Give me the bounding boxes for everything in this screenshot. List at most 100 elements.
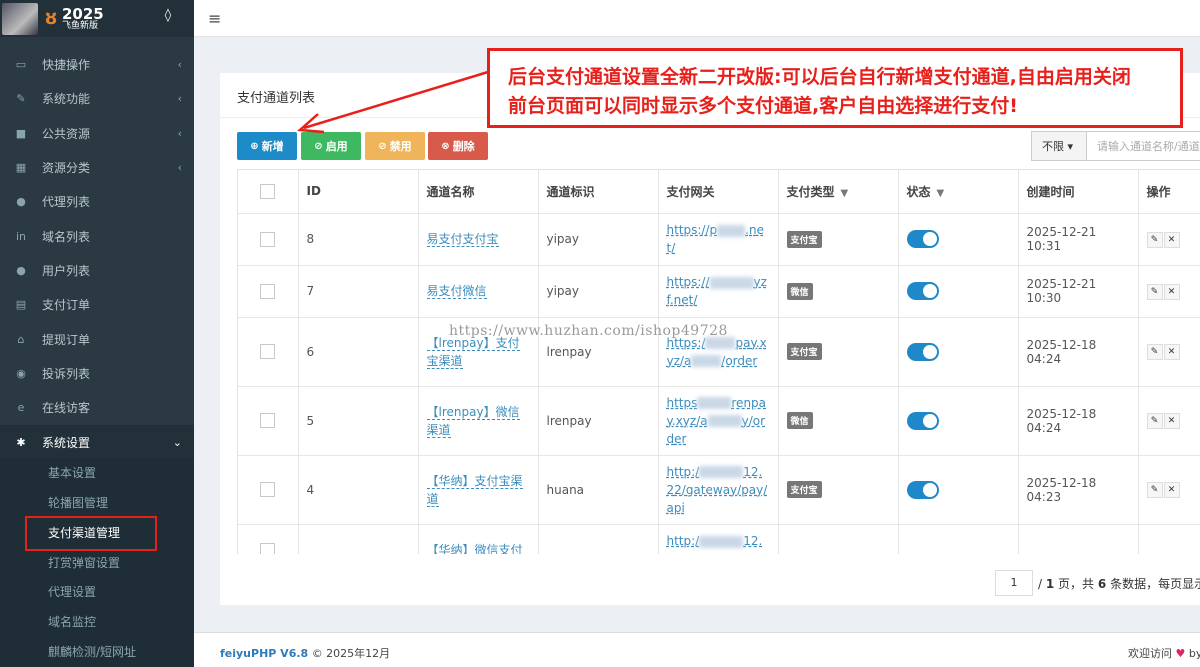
delete-icon[interactable]: ✕ — [1163, 283, 1180, 300]
col-created[interactable]: 创建时间 — [1018, 170, 1139, 214]
sidebar-item-label: 用户列表 — [42, 263, 91, 278]
search-input[interactable] — [1087, 131, 1200, 161]
table-row[interactable]: 【华纳】微信支付 http:/12.2 — [238, 524, 1200, 554]
submenu-item[interactable]: 轮播图管理 — [48, 488, 108, 518]
gateway-link[interactable]: http:/12.22/gateway/pay/api — [667, 463, 770, 517]
cell-status — [898, 213, 1019, 266]
status-toggle[interactable] — [906, 230, 939, 248]
menu-toggle-icon[interactable]: ≡ — [208, 9, 221, 28]
row-checkbox[interactable] — [260, 344, 276, 359]
table-row[interactable]: 8 易支付支付宝 yipay https://p .net/支付宝 2025-12-21 … — [238, 213, 1200, 266]
col-id[interactable]: ID — [298, 170, 419, 214]
submenu-item[interactable]: 代理设置 — [48, 577, 96, 607]
col-ident[interactable]: 通道标识 — [538, 170, 659, 214]
sidebar-item-2[interactable]: ✎ 系统功能 ‹ — [0, 81, 194, 115]
sidebar-item-7[interactable]: ● 用户列表 — [0, 253, 194, 287]
status-toggle[interactable] — [906, 342, 939, 361]
row-checkbox[interactable] — [260, 413, 276, 428]
select-all-checkbox[interactable] — [260, 183, 276, 199]
table-row[interactable]: 5 【lrenpay】微信渠道 lrenpay https renpay.xyz/a y/… — [238, 386, 1200, 456]
delete-label: 删除 — [452, 140, 475, 153]
delete-icon[interactable]: ✕ — [1163, 344, 1180, 360]
gateway-link[interactable]: https renpay.xyz/a y/order — [667, 394, 770, 448]
sidebar-item-11[interactable]: e 在线访客 — [0, 390, 194, 424]
edit-icon[interactable]: ✎ — [1146, 413, 1163, 429]
cell-gateway: http:/12.22/gateway/pay/api — [658, 455, 779, 525]
logo-bar: ȣ 2025 飞鱼新版 ◊ — [0, 0, 194, 37]
delete-icon[interactable]: ✕ — [1163, 413, 1180, 429]
edit-icon[interactable]: ✎ — [1146, 482, 1163, 498]
sidebar-item-label: 资源分类 — [42, 160, 91, 175]
submenu-item[interactable]: 麒麟检测/短网址 — [48, 637, 136, 667]
delete-icon[interactable]: ✕ — [1163, 482, 1180, 498]
col-name[interactable]: 通道名称 — [418, 170, 539, 214]
cell-ident: lrenpay — [538, 386, 659, 456]
sidebar-item-8[interactable]: ▤ 支付订单 — [0, 287, 194, 321]
filter-icon[interactable]: ▼ — [937, 188, 945, 199]
status-toggle[interactable] — [906, 411, 939, 430]
welcome-text: 欢迎访问 — [1128, 647, 1172, 660]
submenu-item[interactable]: 基本设置 — [48, 458, 96, 488]
table-row[interactable]: 4 【华纳】支付宝渠道 huana http:/12.22/gateway/pay/a… — [238, 455, 1200, 525]
col-status[interactable]: 状态 ▼ — [898, 170, 1019, 214]
edit-icon[interactable]: ✎ — [1146, 231, 1163, 248]
filter-icon[interactable]: ▼ — [841, 188, 849, 199]
cell-type — [778, 524, 899, 554]
sidebar-item-1[interactable]: ▭ 快捷操作 ‹ — [0, 47, 194, 81]
filter-select[interactable]: 不限 ▾ — [1031, 131, 1087, 161]
content-panel: 支付通道列表 ⊕新增 ⊘启用 ⊘禁用 ⊗删除 不限 ▾ ID 通道名称 通道标识… — [220, 73, 1200, 605]
gateway-link[interactable]: https://yzf.net/ — [667, 273, 770, 309]
gateway-link[interactable]: https://p .net/ — [667, 221, 770, 257]
cell-name: 易支付支付宝 — [418, 213, 539, 266]
brand-year: 2025 — [62, 4, 104, 23]
channel-table-wrapper[interactable]: ID 通道名称 通道标识 支付网关 支付类型 ▼ 状态 ▼ 创建时间 操作 8 易支付… — [237, 169, 1200, 554]
users-icon: ● — [16, 194, 26, 208]
channel-name-link[interactable]: 【华纳】支付宝渠道 — [426, 473, 523, 507]
channel-name-link[interactable]: 易支付微信 — [426, 284, 487, 299]
sidebar-item-9[interactable]: ⌂ 提现订单 — [0, 322, 194, 356]
redacted-blur — [709, 276, 754, 289]
sidebar-item-12[interactable]: ✱ 系统设置 ⌄ — [0, 425, 194, 459]
delete-icon[interactable]: ✕ — [1163, 231, 1180, 248]
cell-gateway: https://yzf.net/ — [658, 265, 779, 318]
add-button[interactable]: ⊕ 新增 — [237, 132, 297, 160]
channel-name-link[interactable]: 【lrenpay】微信渠道 — [426, 404, 520, 438]
gateway-link[interactable]: http:/12.2 — [667, 532, 770, 554]
disable-label: 禁用 — [389, 140, 412, 153]
cell-status — [898, 317, 1019, 387]
status-toggle[interactable] — [906, 282, 939, 300]
col-gateway[interactable]: 支付网关 — [658, 170, 779, 214]
channel-name-link[interactable]: 易支付支付宝 — [426, 232, 499, 247]
sidebar-item-10[interactable]: ◉ 投诉列表 — [0, 356, 194, 390]
footer-version-link[interactable]: feiyuPHP V6.8 — [220, 647, 308, 660]
cell-actions: ✎ ✕ — [1138, 455, 1200, 525]
droplet-icon[interactable]: ◊ — [162, 8, 174, 24]
cell-ident: yipay — [538, 213, 659, 266]
status-toggle[interactable] — [906, 480, 939, 499]
page-number-input[interactable]: 1 — [995, 570, 1033, 596]
sidebar-item-3[interactable]: ■ 公共资源 ‹ — [0, 116, 194, 150]
row-checkbox[interactable] — [260, 542, 276, 554]
sidebar-item-6[interactable]: in 域名列表 — [0, 219, 194, 253]
cell-created: 2025-12-18 04:24 — [1018, 317, 1139, 387]
edit-icon[interactable]: ✎ — [1146, 344, 1163, 360]
sidebar-item-4[interactable]: ▦ 资源分类 ‹ — [0, 150, 194, 184]
cell-name: 【华纳】支付宝渠道 — [418, 455, 539, 525]
row-checkbox[interactable] — [260, 283, 276, 299]
gateway-text: pa — [735, 335, 751, 350]
sidebar-item-label: 提现订单 — [42, 332, 91, 347]
col-type[interactable]: 支付类型 ▼ — [778, 170, 899, 214]
avatar[interactable] — [2, 2, 38, 35]
table-row[interactable]: 7 易支付微信 yipay https://yzf.net/微信 2025-12-21 … — [238, 265, 1200, 318]
edit-icon[interactable]: ✎ — [1146, 283, 1163, 300]
channel-name-link[interactable]: 【lrenpay】支付宝渠道 — [426, 335, 520, 369]
submenu-item[interactable]: 打赏弹窗设置 — [48, 548, 120, 578]
row-checkbox[interactable] — [260, 231, 276, 247]
annotation-line-2: 前台页面可以同时显示多个支付通道,客户自由选择进行支付! — [508, 95, 1018, 117]
cell-id: 8 — [298, 213, 419, 266]
submenu-item[interactable]: 域名监控 — [48, 607, 96, 637]
user-icon: ● — [16, 263, 26, 277]
channel-name-link[interactable]: 【华纳】微信支付 — [426, 543, 523, 554]
sidebar-item-5[interactable]: ● 代理列表 — [0, 184, 194, 218]
row-checkbox[interactable] — [260, 482, 276, 497]
